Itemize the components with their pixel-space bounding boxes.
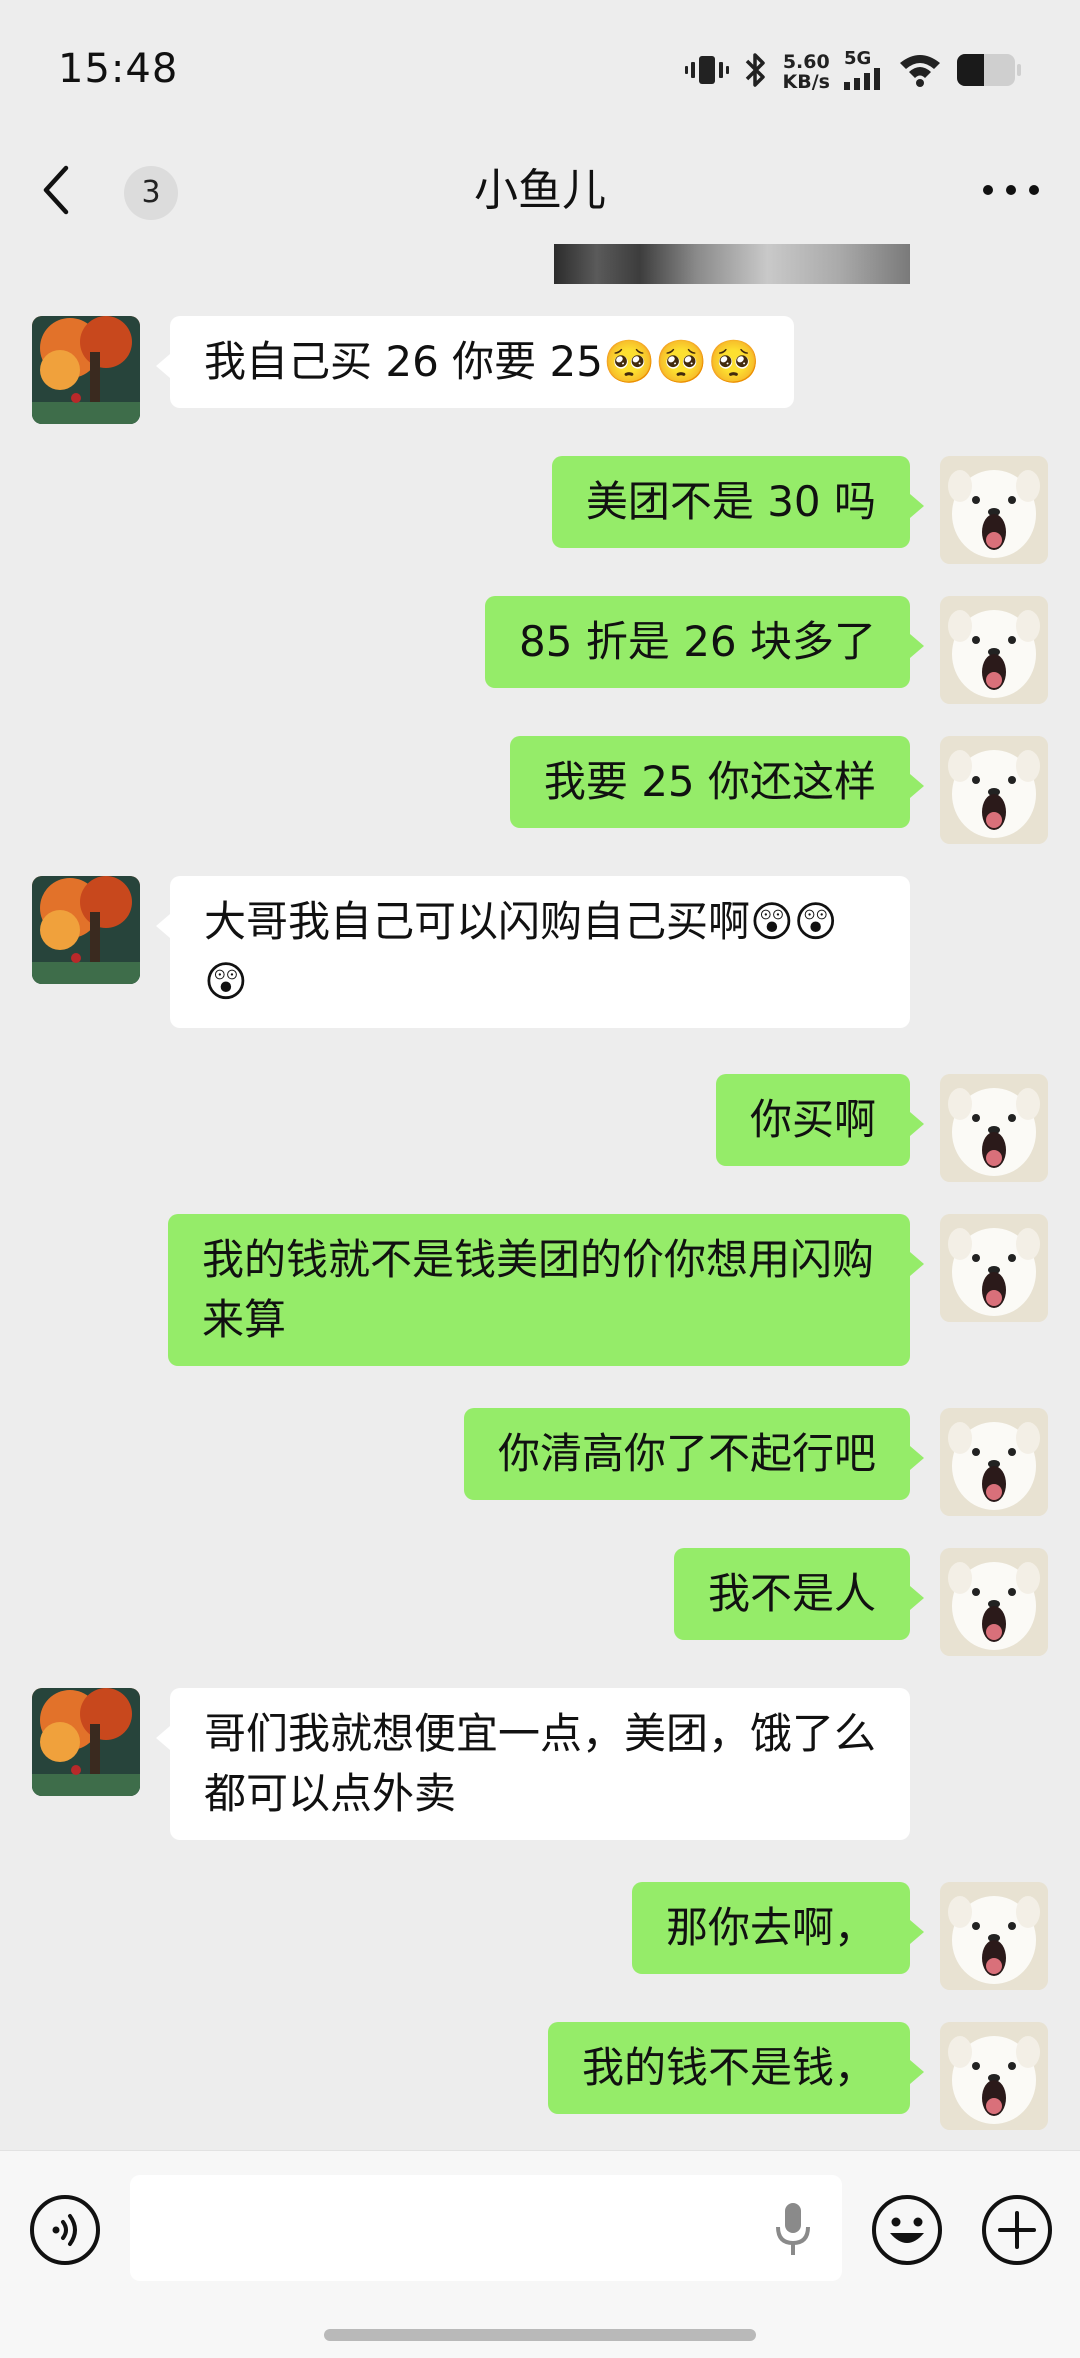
vibrate-icon bbox=[684, 52, 729, 92]
status-time: 15:48 bbox=[58, 46, 179, 92]
my-avatar[interactable] bbox=[940, 1882, 1048, 1990]
bluetooth-icon bbox=[743, 51, 769, 93]
voice-toggle-button[interactable] bbox=[28, 2193, 102, 2267]
status-bar: 15:48 5.60 KB/s 5G bbox=[0, 0, 1080, 140]
chat-header: 3 小鱼儿 bbox=[0, 140, 1080, 244]
unread-count-badge: 3 bbox=[124, 166, 178, 220]
dog-avatar-art bbox=[940, 596, 1048, 704]
dog-avatar-art bbox=[940, 1882, 1048, 1990]
my-avatar[interactable] bbox=[940, 456, 1048, 564]
my-avatar[interactable] bbox=[940, 1214, 1048, 1322]
tree-avatar-art bbox=[32, 1688, 140, 1796]
message-bubble-outgoing[interactable]: 85 折是 26 块多了 bbox=[485, 596, 924, 688]
cell-signal-group: 5G bbox=[844, 50, 884, 94]
status-icons: 5.60 KB/s 5G bbox=[684, 50, 1022, 94]
contact-avatar[interactable] bbox=[32, 1688, 140, 1796]
message-bubble-outgoing[interactable]: 美团不是 30 吗 bbox=[551, 456, 925, 548]
message-input[interactable] bbox=[130, 2175, 842, 2281]
more-button[interactable] bbox=[978, 160, 1044, 220]
more-icon bbox=[978, 185, 1044, 224]
tree-avatar-art bbox=[32, 876, 140, 984]
mic-button[interactable] bbox=[770, 2197, 816, 2261]
dog-avatar-art bbox=[940, 736, 1048, 844]
net-speed-unit: KB/s bbox=[782, 71, 830, 93]
my-avatar[interactable] bbox=[940, 1074, 1048, 1182]
dog-avatar-art bbox=[940, 1214, 1048, 1322]
net-speed: 5.60 KB/s bbox=[783, 52, 830, 92]
contact-avatar[interactable] bbox=[32, 316, 140, 424]
battery-icon bbox=[956, 52, 1022, 92]
more-functions-button[interactable] bbox=[980, 2193, 1054, 2267]
home-indicator[interactable] bbox=[324, 2329, 756, 2341]
dog-avatar-art bbox=[940, 2022, 1048, 2130]
emoji-icon bbox=[870, 2195, 944, 2271]
plus-icon bbox=[980, 2195, 1054, 2271]
my-avatar[interactable] bbox=[940, 1548, 1048, 1656]
image-message-partial[interactable] bbox=[554, 244, 910, 284]
message-bubble-incoming[interactable]: 哥们我就想便宜一点，美团，饿了么都可以点外卖 bbox=[156, 1688, 910, 1840]
message-bubble-outgoing[interactable]: 我要 25 你还这样 bbox=[509, 736, 925, 828]
contact-avatar[interactable] bbox=[32, 876, 140, 984]
dog-avatar-art bbox=[940, 456, 1048, 564]
dog-avatar-art bbox=[940, 1548, 1048, 1656]
chat-screen: 15:48 5.60 KB/s 5G 3 小鱼儿 我自己买 26 你要 25🥺🥺… bbox=[0, 0, 1080, 2358]
dog-avatar-art bbox=[940, 1408, 1048, 1516]
emoji-button[interactable] bbox=[870, 2193, 944, 2267]
signal-icon bbox=[844, 68, 884, 94]
mic-icon bbox=[770, 2203, 816, 2265]
message-bubble-outgoing[interactable]: 我的钱就不是钱美团的价你想用闪购来算 bbox=[168, 1214, 924, 1366]
message-bubble-incoming[interactable]: 我自己买 26 你要 25🥺🥺🥺 bbox=[156, 316, 794, 408]
wifi-icon bbox=[898, 53, 942, 91]
back-chevron-icon bbox=[38, 160, 74, 224]
message-bubble-outgoing[interactable]: 你清高你了不起行吧 bbox=[463, 1408, 925, 1500]
net-speed-value: 5.60 bbox=[782, 51, 830, 73]
my-avatar[interactable] bbox=[940, 736, 1048, 844]
message-bubble-outgoing[interactable]: 你买啊 bbox=[715, 1074, 925, 1166]
message-bubble-outgoing[interactable]: 我的钱不是钱， bbox=[547, 2022, 925, 2114]
my-avatar[interactable] bbox=[940, 1408, 1048, 1516]
tree-avatar-art bbox=[32, 316, 140, 424]
input-bar bbox=[0, 2150, 1080, 2358]
network-type: 5G bbox=[844, 48, 872, 69]
my-avatar[interactable] bbox=[940, 596, 1048, 704]
message-list[interactable]: 我自己买 26 你要 25🥺🥺🥺 美团不是 30 吗 85 折是 26 块多了 … bbox=[0, 244, 1080, 2150]
message-bubble-outgoing[interactable]: 那你去啊， bbox=[631, 1882, 925, 1974]
dog-avatar-art bbox=[940, 1074, 1048, 1182]
my-avatar[interactable] bbox=[940, 2022, 1048, 2130]
message-bubble-outgoing[interactable]: 我不是人 bbox=[673, 1548, 925, 1640]
message-bubble-incoming[interactable]: 大哥我自己可以闪购自己买啊😲😲😲 bbox=[156, 876, 910, 1028]
voice-icon bbox=[28, 2195, 102, 2271]
back-button[interactable]: 3 bbox=[38, 154, 178, 230]
chat-title: 小鱼儿 bbox=[474, 165, 606, 216]
